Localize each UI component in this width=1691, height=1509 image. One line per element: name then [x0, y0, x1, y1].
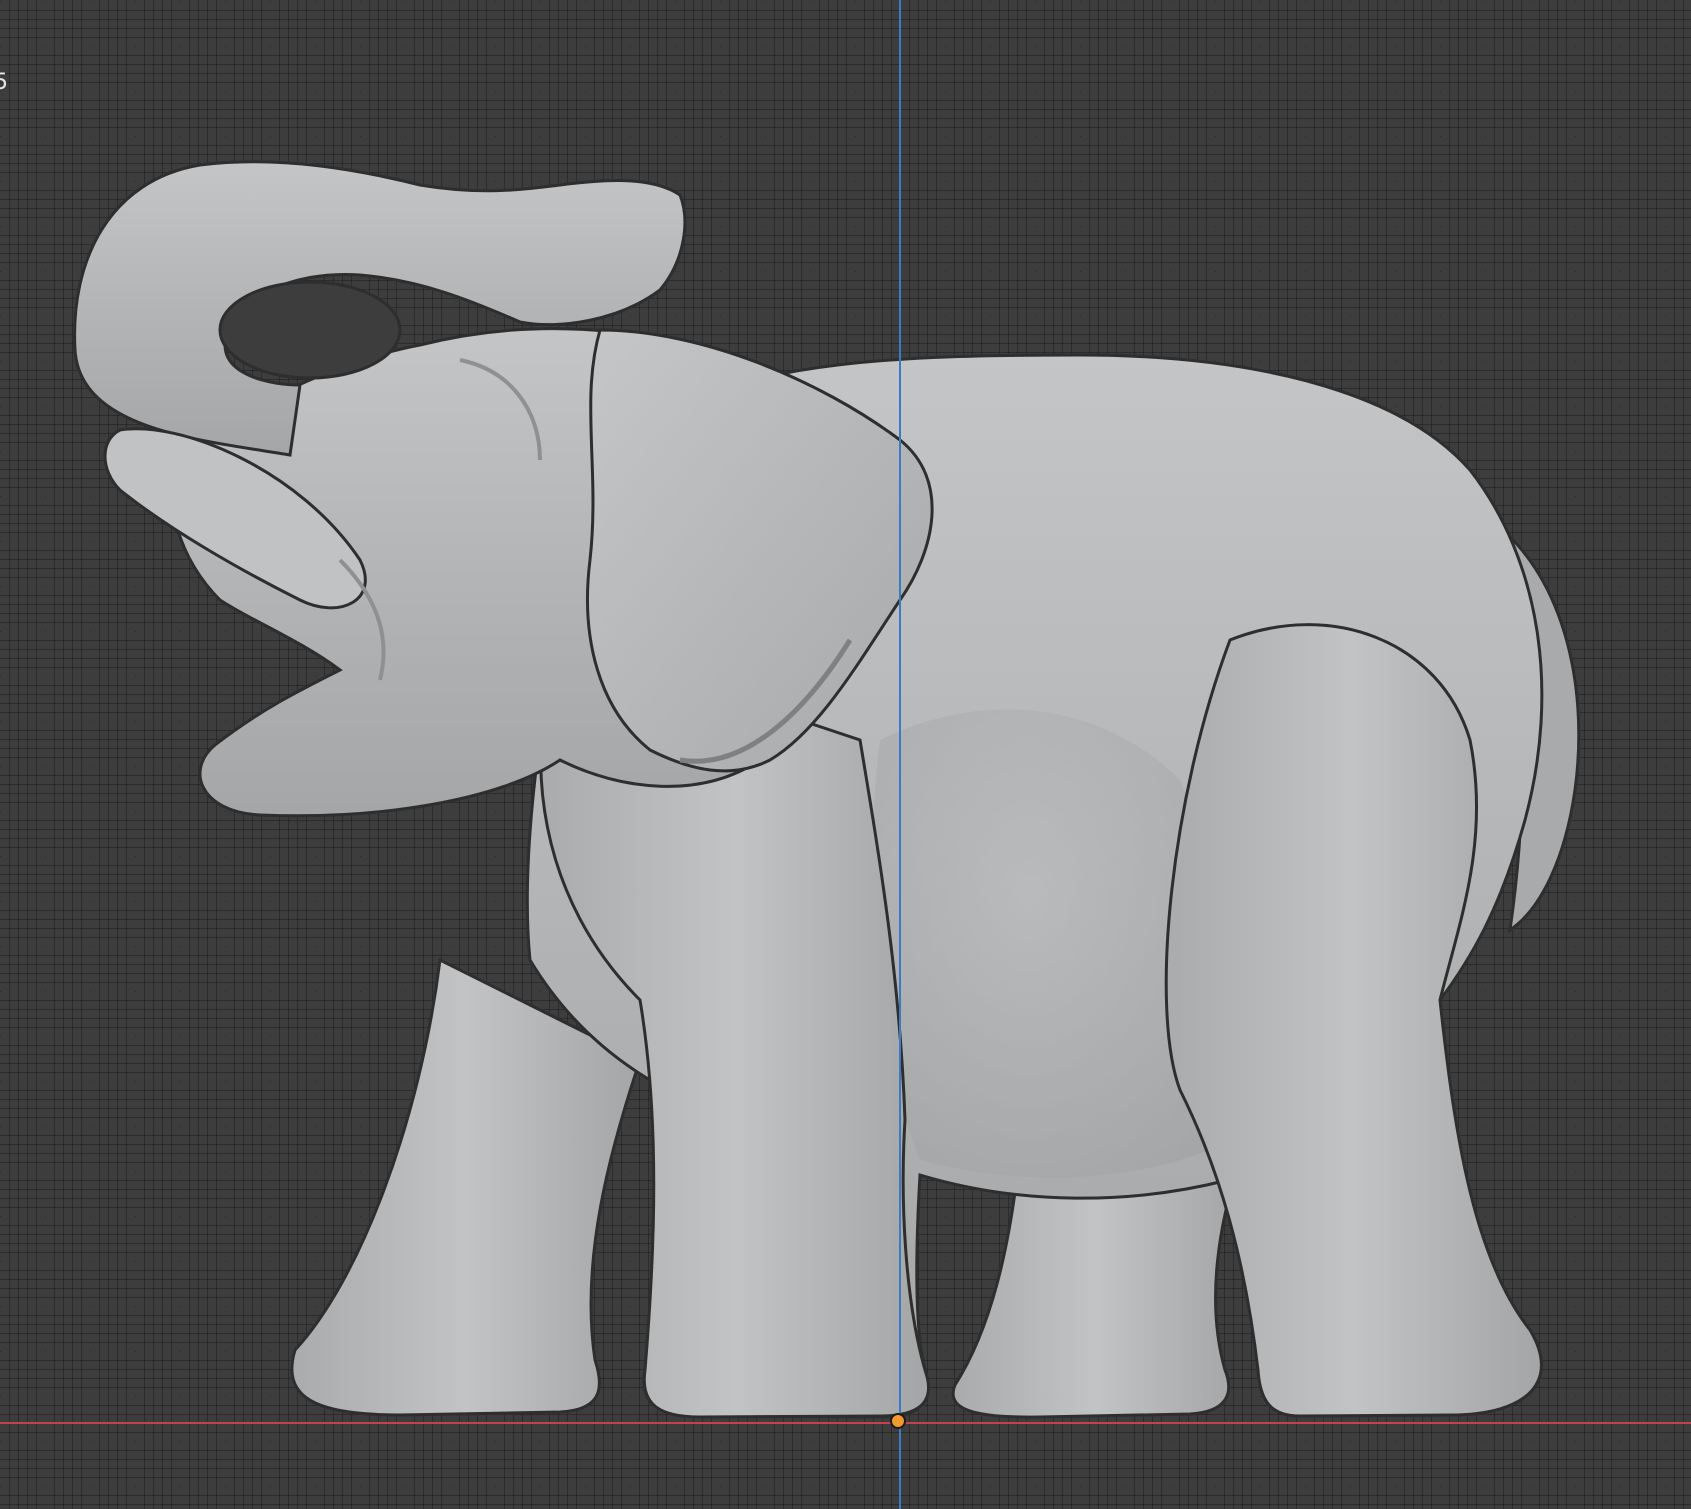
trunk-gap — [218, 280, 402, 380]
z-axis-line — [899, 0, 901, 1509]
origin-point-icon[interactable] — [890, 1413, 906, 1429]
3d-viewport[interactable]: 5 — [0, 0, 1691, 1509]
x-axis-line — [0, 1422, 1691, 1424]
elephant-sculpt-mesh[interactable] — [0, 0, 1691, 1509]
